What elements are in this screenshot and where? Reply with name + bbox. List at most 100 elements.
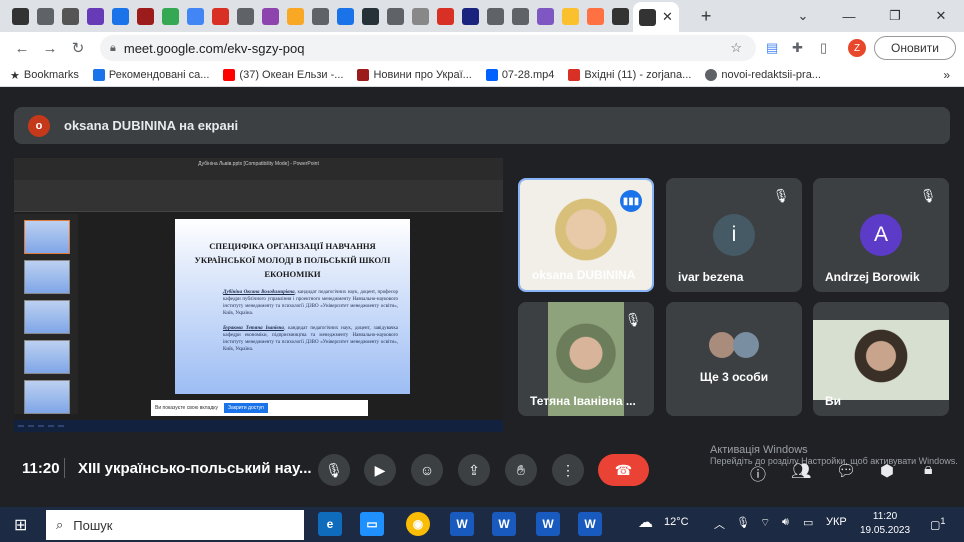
participant-tile[interactable]: ▮▮▮ oksana DUBININA	[518, 178, 654, 292]
participant-tile[interactable]: 🎙︎ Тетяна Іванівна ...	[518, 302, 654, 416]
tab-favicon[interactable]	[137, 7, 154, 25]
bookmark-item[interactable]: ★ Bookmarks	[10, 69, 79, 82]
bookmark-item[interactable]: 07-28.mp4	[485, 69, 554, 81]
tab-favicon[interactable]	[87, 7, 104, 25]
reload-icon[interactable]: ↻	[64, 39, 92, 57]
taskbar-search[interactable]: ⌕ Пошук	[46, 510, 304, 540]
host-controls-icon[interactable]: 🔒︎	[924, 461, 933, 479]
tab-favicon[interactable]	[312, 7, 329, 25]
side-panel-icon[interactable]: ▯	[820, 40, 827, 56]
tab-favicon[interactable]	[612, 7, 629, 25]
tab-favicon[interactable]	[412, 7, 429, 25]
remote-task	[58, 425, 64, 427]
camera-button[interactable]: ▶︎	[364, 454, 396, 486]
file-explorer-icon[interactable]: ▭	[360, 512, 384, 536]
tab-favicon[interactable]	[362, 7, 379, 25]
bookmark-item[interactable]: Новини про Украї...	[357, 69, 472, 81]
word-icon[interactable]: W	[492, 512, 516, 536]
new-tab-icon[interactable]: +	[701, 6, 712, 27]
word-icon[interactable]: W	[578, 512, 602, 536]
tab-favicon[interactable]	[512, 7, 529, 25]
word-icon[interactable]: W	[450, 512, 474, 536]
self-video	[813, 320, 949, 400]
address-bar[interactable]: 🔒︎ meet.google.com/ekv-sgzy-poq ☆	[100, 35, 756, 61]
tab-favicon[interactable]	[212, 7, 229, 25]
reactions-button[interactable]: ☺	[411, 454, 443, 486]
present-button[interactable]: ⇪	[458, 454, 490, 486]
volume-icon[interactable]: 🔊︎	[782, 516, 789, 529]
tab-favicon[interactable]	[537, 7, 554, 25]
docs-extension-icon[interactable]: ▤	[766, 40, 778, 56]
participant-tile[interactable]: 🎙︎ i ivar bezena	[666, 178, 802, 292]
language-indicator[interactable]: УКР	[826, 516, 847, 528]
participant-tile[interactable]: Ще 3 особи	[666, 302, 802, 416]
participant-tile[interactable]: Ви	[813, 302, 949, 416]
leave-call-button[interactable]: ☎︎	[598, 454, 649, 486]
tab-favicon[interactable]	[162, 7, 179, 25]
word-icon[interactable]: W	[536, 512, 560, 536]
extensions-icon[interactable]: ✚	[792, 40, 803, 56]
bookmark-item[interactable]: novoi-redaktsii-pra...	[705, 69, 821, 81]
youtube-icon	[223, 69, 236, 81]
tab-favicon[interactable]	[437, 7, 454, 25]
tab-favicon[interactable]	[287, 7, 304, 25]
more-options-button[interactable]: ⋮	[552, 454, 584, 486]
tab-favicon[interactable]	[562, 7, 579, 25]
tab-favicon[interactable]	[62, 7, 79, 25]
activities-icon[interactable]: ⬢	[880, 461, 894, 481]
tab-favicon[interactable]	[187, 7, 204, 25]
slide-canvas: СПЕЦИФІКА ОРГАНІЗАЦІЇ НАВЧАННЯ УКРАЇНСЬК…	[175, 219, 410, 394]
tab-favicon[interactable]	[37, 7, 54, 25]
mic-button[interactable]: 🎙︎	[318, 454, 350, 486]
tab-favicon[interactable]	[12, 7, 29, 25]
weather-temp[interactable]: 12°C	[664, 516, 689, 528]
windows-activation: Активація Windows Перейдіть до розділу Н…	[710, 444, 958, 466]
window-close-icon[interactable]: ✕	[918, 0, 964, 32]
lock-icon[interactable]: 🔒︎	[110, 42, 116, 55]
tab-favicon[interactable]	[337, 7, 354, 25]
start-icon[interactable]: ⊞	[14, 515, 27, 535]
notification-icon[interactable]: ▢1	[930, 516, 946, 532]
search-icon: ⌕	[56, 517, 64, 532]
minimize-icon[interactable]: —	[826, 0, 872, 32]
edge-icon[interactable]: e	[318, 512, 342, 536]
forward-icon[interactable]: →	[36, 40, 64, 57]
mic-tray-icon[interactable]: 🎙︎	[736, 516, 750, 529]
bookmark-item[interactable]: Вхідні (11) - zorjana...	[568, 69, 691, 81]
tab-favicon[interactable]	[237, 7, 254, 25]
active-tab[interactable]: ✕	[633, 2, 679, 32]
profile-avatar[interactable]: Z	[848, 39, 866, 57]
slide-thumbnail	[24, 300, 70, 334]
bookmark-item[interactable]: Рекомендовані са...	[92, 69, 209, 81]
clock[interactable]: 11:20 19.05.2023	[860, 510, 910, 538]
tab-search-icon[interactable]: ⌄	[780, 0, 826, 32]
bookmark-item[interactable]: (37) Океан Ельзи -...	[223, 69, 343, 81]
weather-icon[interactable]: ☁	[638, 513, 653, 531]
tab-favicon[interactable]	[262, 7, 279, 25]
back-icon[interactable]: ←	[8, 40, 36, 57]
chrome-icon[interactable]: ◉	[406, 512, 430, 536]
bookmark-star-icon[interactable]: ☆	[730, 40, 742, 56]
globe-icon	[705, 69, 718, 81]
network-icon[interactable]: ⌔	[760, 516, 770, 530]
chat-icon[interactable]: 💬︎	[836, 461, 856, 481]
raise-hand-button[interactable]: ✋︎	[505, 454, 537, 486]
close-tab-icon[interactable]: ✕	[662, 9, 673, 25]
tray-overflow-icon[interactable]: ︿	[714, 516, 725, 532]
people-icon[interactable]: 👥︎	[791, 461, 811, 481]
info-icon[interactable]: ⓘ	[750, 461, 766, 485]
battery-icon[interactable]: ▭	[803, 516, 813, 529]
remote-task	[38, 425, 44, 427]
tab-strip: ✕ + ⌄ — ❐ ✕	[0, 0, 964, 32]
tab-favicon[interactable]	[462, 7, 479, 25]
tab-favicon[interactable]	[387, 7, 404, 25]
restore-icon[interactable]: ❐	[872, 0, 918, 32]
meet-favicon	[639, 8, 656, 26]
tab-favicon[interactable]	[112, 7, 129, 25]
tab-favicon[interactable]	[587, 7, 604, 25]
participant-tile[interactable]: 🎙︎ A Andrzej Borowik	[813, 178, 949, 292]
tab-favicon[interactable]	[487, 7, 504, 25]
update-button[interactable]: Оновити	[874, 36, 956, 60]
ppt-ribbon-tabs	[14, 170, 503, 180]
more-bookmarks-icon[interactable]: »	[943, 68, 950, 82]
